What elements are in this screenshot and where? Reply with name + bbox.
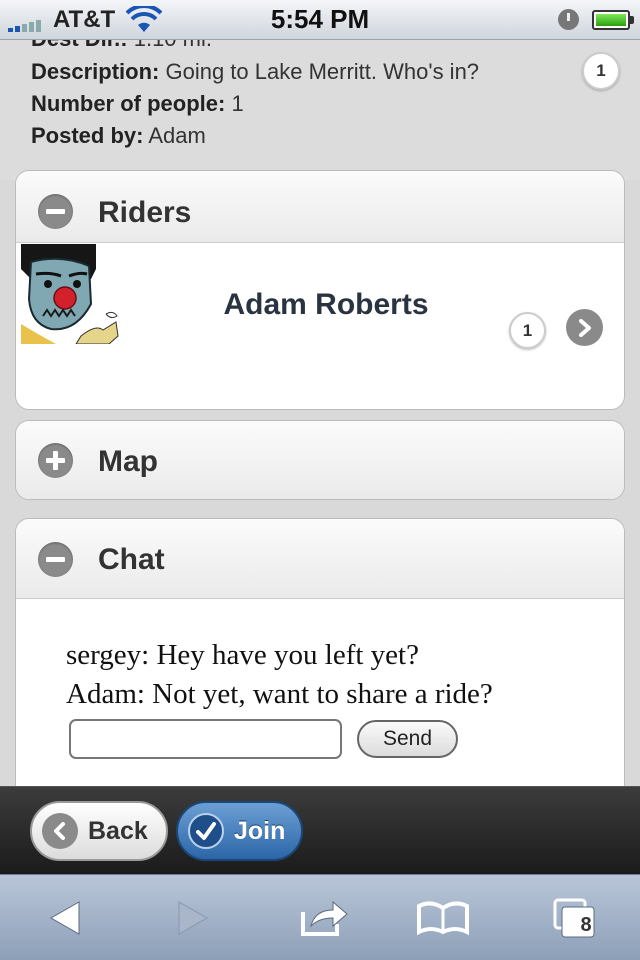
rider-photo-image xyxy=(21,244,121,344)
chat-message: sergey: Hey have you left yet? xyxy=(66,639,419,671)
chevron-right-icon[interactable] xyxy=(566,309,603,346)
description-label: Description: xyxy=(31,59,160,84)
join-button[interactable]: Join xyxy=(176,801,303,861)
ride-details: Dest Dir.: 1.10 mi. Description: Going t… xyxy=(0,26,640,180)
posted-label: Posted by: xyxy=(31,123,144,148)
chat-message-input[interactable] xyxy=(69,719,342,759)
map-title: Map xyxy=(98,445,158,478)
chat-message: Adam: Not yet, want to share a ride? xyxy=(66,678,493,710)
details-count-badge: 1 xyxy=(582,52,620,90)
rider-name: Adam Roberts xyxy=(223,288,429,321)
chat-header[interactable]: Chat xyxy=(16,519,624,599)
back-arrow-icon[interactable] xyxy=(35,895,95,941)
rider-count-badge: 1 xyxy=(509,312,546,349)
chat-title: Chat xyxy=(98,543,165,576)
join-button-label: Join xyxy=(234,816,286,845)
people-value: 1 xyxy=(231,91,244,116)
browser-toolbar: 8 xyxy=(0,874,640,960)
detail-posted-by: Posted by: Adam xyxy=(31,123,206,149)
people-label: Number of people: xyxy=(31,91,226,116)
tab-count: 8 xyxy=(580,914,592,936)
minus-icon xyxy=(38,542,73,577)
footer-toolbar: Back Join xyxy=(0,786,640,874)
detail-description: Description: Going to Lake Merritt. Who'… xyxy=(31,59,479,85)
riders-header[interactable]: Riders xyxy=(16,171,624,243)
posted-value: Adam xyxy=(148,123,206,148)
back-arrow-icon xyxy=(42,813,78,849)
detail-people: Number of people: 1 xyxy=(31,91,244,117)
minus-icon xyxy=(38,194,73,229)
status-bar: AT&T 5:54 PM xyxy=(0,0,640,40)
chat-collapsible: Chat sergey: Hey have you left yet? Adam… xyxy=(15,518,625,818)
riders-title: Riders xyxy=(98,196,192,229)
map-header[interactable]: Map xyxy=(16,421,624,499)
battery-icon xyxy=(592,10,634,30)
back-button[interactable]: Back xyxy=(30,801,168,861)
send-button[interactable]: Send xyxy=(357,720,458,758)
back-button-label: Back xyxy=(88,816,148,845)
share-icon[interactable] xyxy=(293,895,353,941)
status-time: 5:54 PM xyxy=(270,4,370,34)
riders-collapsible: Riders Adam Roberts 1 xyxy=(15,170,625,410)
avatar xyxy=(21,244,121,344)
bookmarks-icon[interactable] xyxy=(413,895,473,941)
forward-arrow-icon[interactable] xyxy=(163,895,223,941)
checkmark-icon xyxy=(188,813,224,849)
description-value: Going to Lake Merritt. Who's in? xyxy=(165,59,480,84)
alarm-clock-icon xyxy=(558,9,579,30)
map-collapsible: Map xyxy=(15,420,625,500)
tabs-icon[interactable]: 8 xyxy=(544,895,604,941)
plus-icon xyxy=(38,443,73,478)
